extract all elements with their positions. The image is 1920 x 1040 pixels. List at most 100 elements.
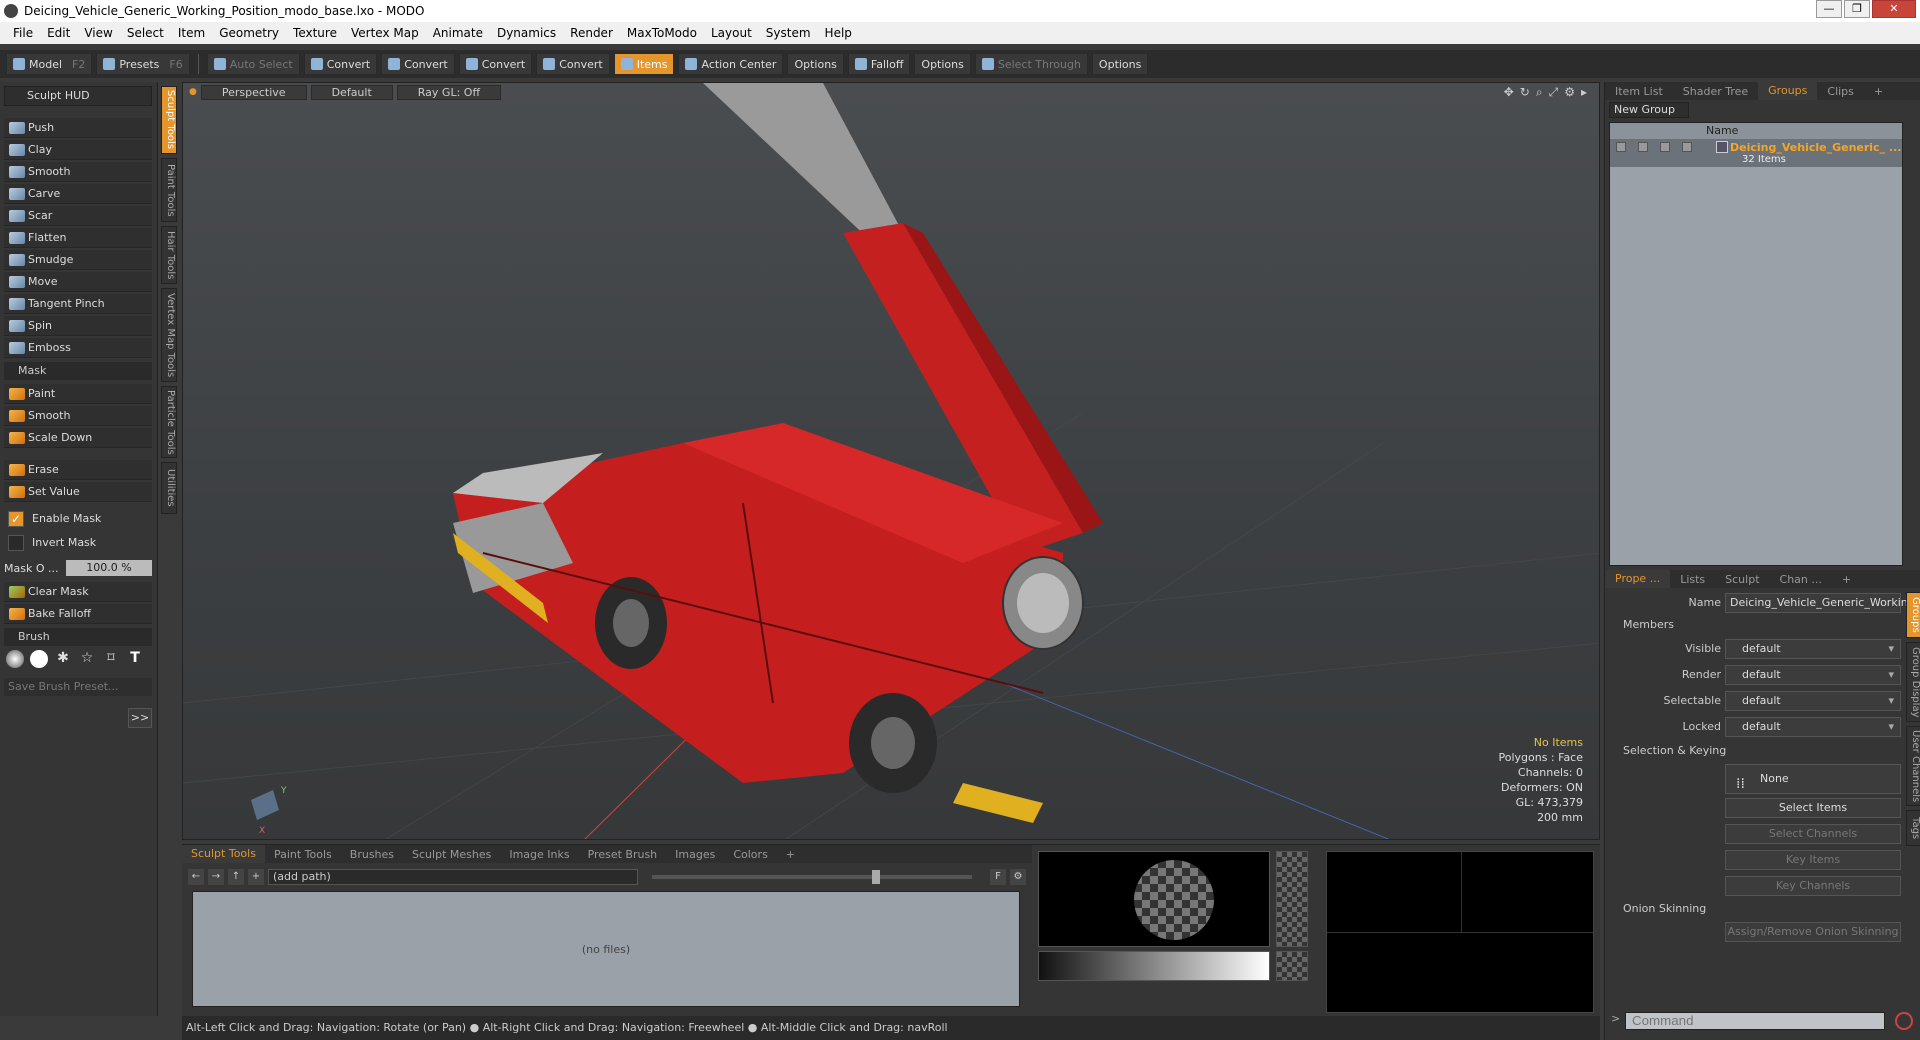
clear-mask-button[interactable]: Clear Mask: [4, 582, 152, 602]
tab-properties[interactable]: Prope ...: [1605, 570, 1671, 588]
menu-item[interactable]: Item: [171, 26, 212, 40]
viewport-expand-icon[interactable]: ▸: [1581, 85, 1587, 100]
tool-smooth[interactable]: Smooth: [4, 162, 152, 182]
viewport-settings-icon[interactable]: ⚙: [1564, 85, 1575, 100]
star-brush-icon[interactable]: ☆: [78, 650, 96, 668]
tool-spin[interactable]: Spin: [4, 316, 152, 336]
splat-brush-icon[interactable]: ✱: [54, 650, 72, 668]
tool-smudge[interactable]: Smudge: [4, 250, 152, 270]
tab-paint-tools[interactable]: Paint Tools: [265, 848, 341, 861]
text-brush-icon[interactable]: T: [126, 650, 144, 668]
visible-dropdown[interactable]: default ▾: [1725, 639, 1901, 659]
vtab-vertex-map-tools[interactable]: Vertex Map Tools: [161, 288, 177, 382]
expand-panel-button[interactable]: >>: [128, 708, 152, 728]
selectable-dropdown[interactable]: default ▾: [1725, 691, 1901, 711]
raygl-toggle[interactable]: Ray GL: Off: [396, 84, 502, 100]
name-column-header[interactable]: Name: [1706, 124, 1738, 137]
mask-section-header[interactable]: Mask: [4, 362, 152, 380]
menu-texture[interactable]: Texture: [286, 26, 344, 40]
key-channels-button[interactable]: Key Channels: [1725, 876, 1901, 896]
tab-preset-brush[interactable]: Preset Brush: [579, 848, 667, 861]
save-brush-preset-button[interactable]: Save Brush Preset...: [4, 678, 152, 696]
zoom-icon[interactable]: ⌕: [1536, 85, 1543, 100]
tab-image-inks[interactable]: Image Inks: [500, 848, 578, 861]
erase-button[interactable]: Erase: [4, 460, 152, 480]
vtab-paint-tools[interactable]: Paint Tools: [161, 158, 177, 222]
side-tab-tags[interactable]: Tags: [1906, 810, 1920, 846]
mask-tool-paint[interactable]: Paint: [4, 384, 152, 404]
thumbnail-size-slider[interactable]: [652, 870, 972, 884]
menu-dynamics[interactable]: Dynamics: [490, 26, 563, 40]
tool-push[interactable]: Push: [4, 118, 152, 138]
vtab-sculpt-tools[interactable]: Sculpt Tools: [161, 86, 177, 154]
convert-materials-button[interactable]: Convert: [536, 53, 610, 75]
visibility-eye-icon[interactable]: [1616, 142, 1626, 152]
filter-button[interactable]: F: [990, 869, 1006, 885]
tab-colors[interactable]: Colors: [724, 848, 776, 861]
tool-carve[interactable]: Carve: [4, 184, 152, 204]
tab-item-list[interactable]: Item List: [1605, 85, 1673, 98]
vtab-utilities[interactable]: Utilities: [161, 462, 177, 514]
tab-lists[interactable]: Lists: [1670, 573, 1715, 586]
sculpt-hud-button[interactable]: Sculpt HUD: [4, 86, 152, 106]
menu-file[interactable]: File: [6, 26, 40, 40]
tool-flatten[interactable]: Flatten: [4, 228, 152, 248]
presets-button[interactable]: Presets F6: [96, 53, 190, 75]
path-dropdown[interactable]: (add path): [268, 869, 638, 885]
enable-mask-checkbox[interactable]: ✓ Enable Mask: [4, 508, 152, 530]
add-tab-button[interactable]: +: [777, 848, 804, 861]
menu-view[interactable]: View: [77, 26, 119, 40]
selection-set-button[interactable]: ⁞⁞ None: [1725, 764, 1901, 794]
action-center-options-button[interactable]: Options: [787, 53, 844, 75]
onion-skinning-header[interactable]: Onion Skinning: [1609, 900, 1899, 918]
menu-layout[interactable]: Layout: [704, 26, 759, 40]
tab-clips[interactable]: Clips: [1817, 85, 1864, 98]
tab-sculpt-tools[interactable]: Sculpt Tools: [182, 845, 265, 863]
brush-section-header[interactable]: Brush: [4, 628, 152, 646]
key-items-button[interactable]: Key Items: [1725, 850, 1901, 870]
view-type-dropdown[interactable]: Perspective: [200, 84, 307, 100]
tab-images[interactable]: Images: [666, 848, 724, 861]
tab-brushes[interactable]: Brushes: [341, 848, 403, 861]
convert-edges-button[interactable]: Convert: [381, 53, 455, 75]
tab-sculpt[interactable]: Sculpt: [1715, 573, 1769, 586]
hard-brush-icon[interactable]: [30, 650, 48, 668]
select-options-button[interactable]: Options: [1091, 53, 1149, 75]
command-input[interactable]: [1625, 1012, 1885, 1030]
members-section-header[interactable]: Members: [1609, 616, 1899, 634]
render-dropdown[interactable]: default ▾: [1725, 665, 1901, 685]
mask-tool-scale-down[interactable]: Scale Down: [4, 428, 152, 448]
add-property-tab-button[interactable]: +: [1832, 573, 1861, 586]
soft-brush-icon[interactable]: [6, 650, 24, 668]
new-group-button[interactable]: New Group: [1609, 102, 1689, 118]
viewport-menu-icon[interactable]: ●: [189, 87, 197, 97]
bake-falloff-button[interactable]: Bake Falloff: [4, 604, 152, 624]
lock-icon[interactable]: [1660, 142, 1670, 152]
maximize-viewport-icon[interactable]: ⤢: [1549, 85, 1559, 100]
vtab-hair-tools[interactable]: Hair Tools: [161, 226, 177, 284]
uv-preview-view[interactable]: [1326, 851, 1594, 1013]
tab-sculpt-meshes[interactable]: Sculpt Meshes: [403, 848, 500, 861]
menu-render[interactable]: Render: [563, 26, 620, 40]
tool-move[interactable]: Move: [4, 272, 152, 292]
add-path-icon[interactable]: +: [248, 869, 264, 885]
groups-list[interactable]: Name Deicing_Vehicle_Generic_ ... 32 Ite…: [1609, 122, 1903, 566]
side-tab-group-display[interactable]: Group Display: [1906, 642, 1920, 722]
3d-viewport[interactable]: Y X ● Perspective Default Ray GL: Off ✥ …: [182, 82, 1600, 840]
tool-scar[interactable]: Scar: [4, 206, 152, 226]
back-arrow-icon[interactable]: ←: [188, 869, 204, 885]
add-scene-tab-button[interactable]: +: [1864, 85, 1893, 98]
forward-arrow-icon[interactable]: →: [208, 869, 224, 885]
convert-polygons-button[interactable]: Convert: [458, 53, 533, 75]
rotate-icon[interactable]: ↻: [1520, 85, 1530, 100]
pan-icon[interactable]: ✥: [1504, 85, 1514, 100]
menu-vertex-map[interactable]: Vertex Map: [344, 26, 426, 40]
group-row[interactable]: Deicing_Vehicle_Generic_ ... 32 Items: [1610, 139, 1902, 167]
select-items-button[interactable]: Select Items: [1725, 798, 1901, 818]
select-icon[interactable]: [1682, 142, 1692, 152]
select-through-button[interactable]: Select Through: [974, 53, 1088, 75]
tool-clay[interactable]: Clay: [4, 140, 152, 160]
close-button[interactable]: ✕: [1872, 0, 1916, 18]
tool-emboss[interactable]: Emboss: [4, 338, 152, 358]
menu-system[interactable]: System: [759, 26, 818, 40]
